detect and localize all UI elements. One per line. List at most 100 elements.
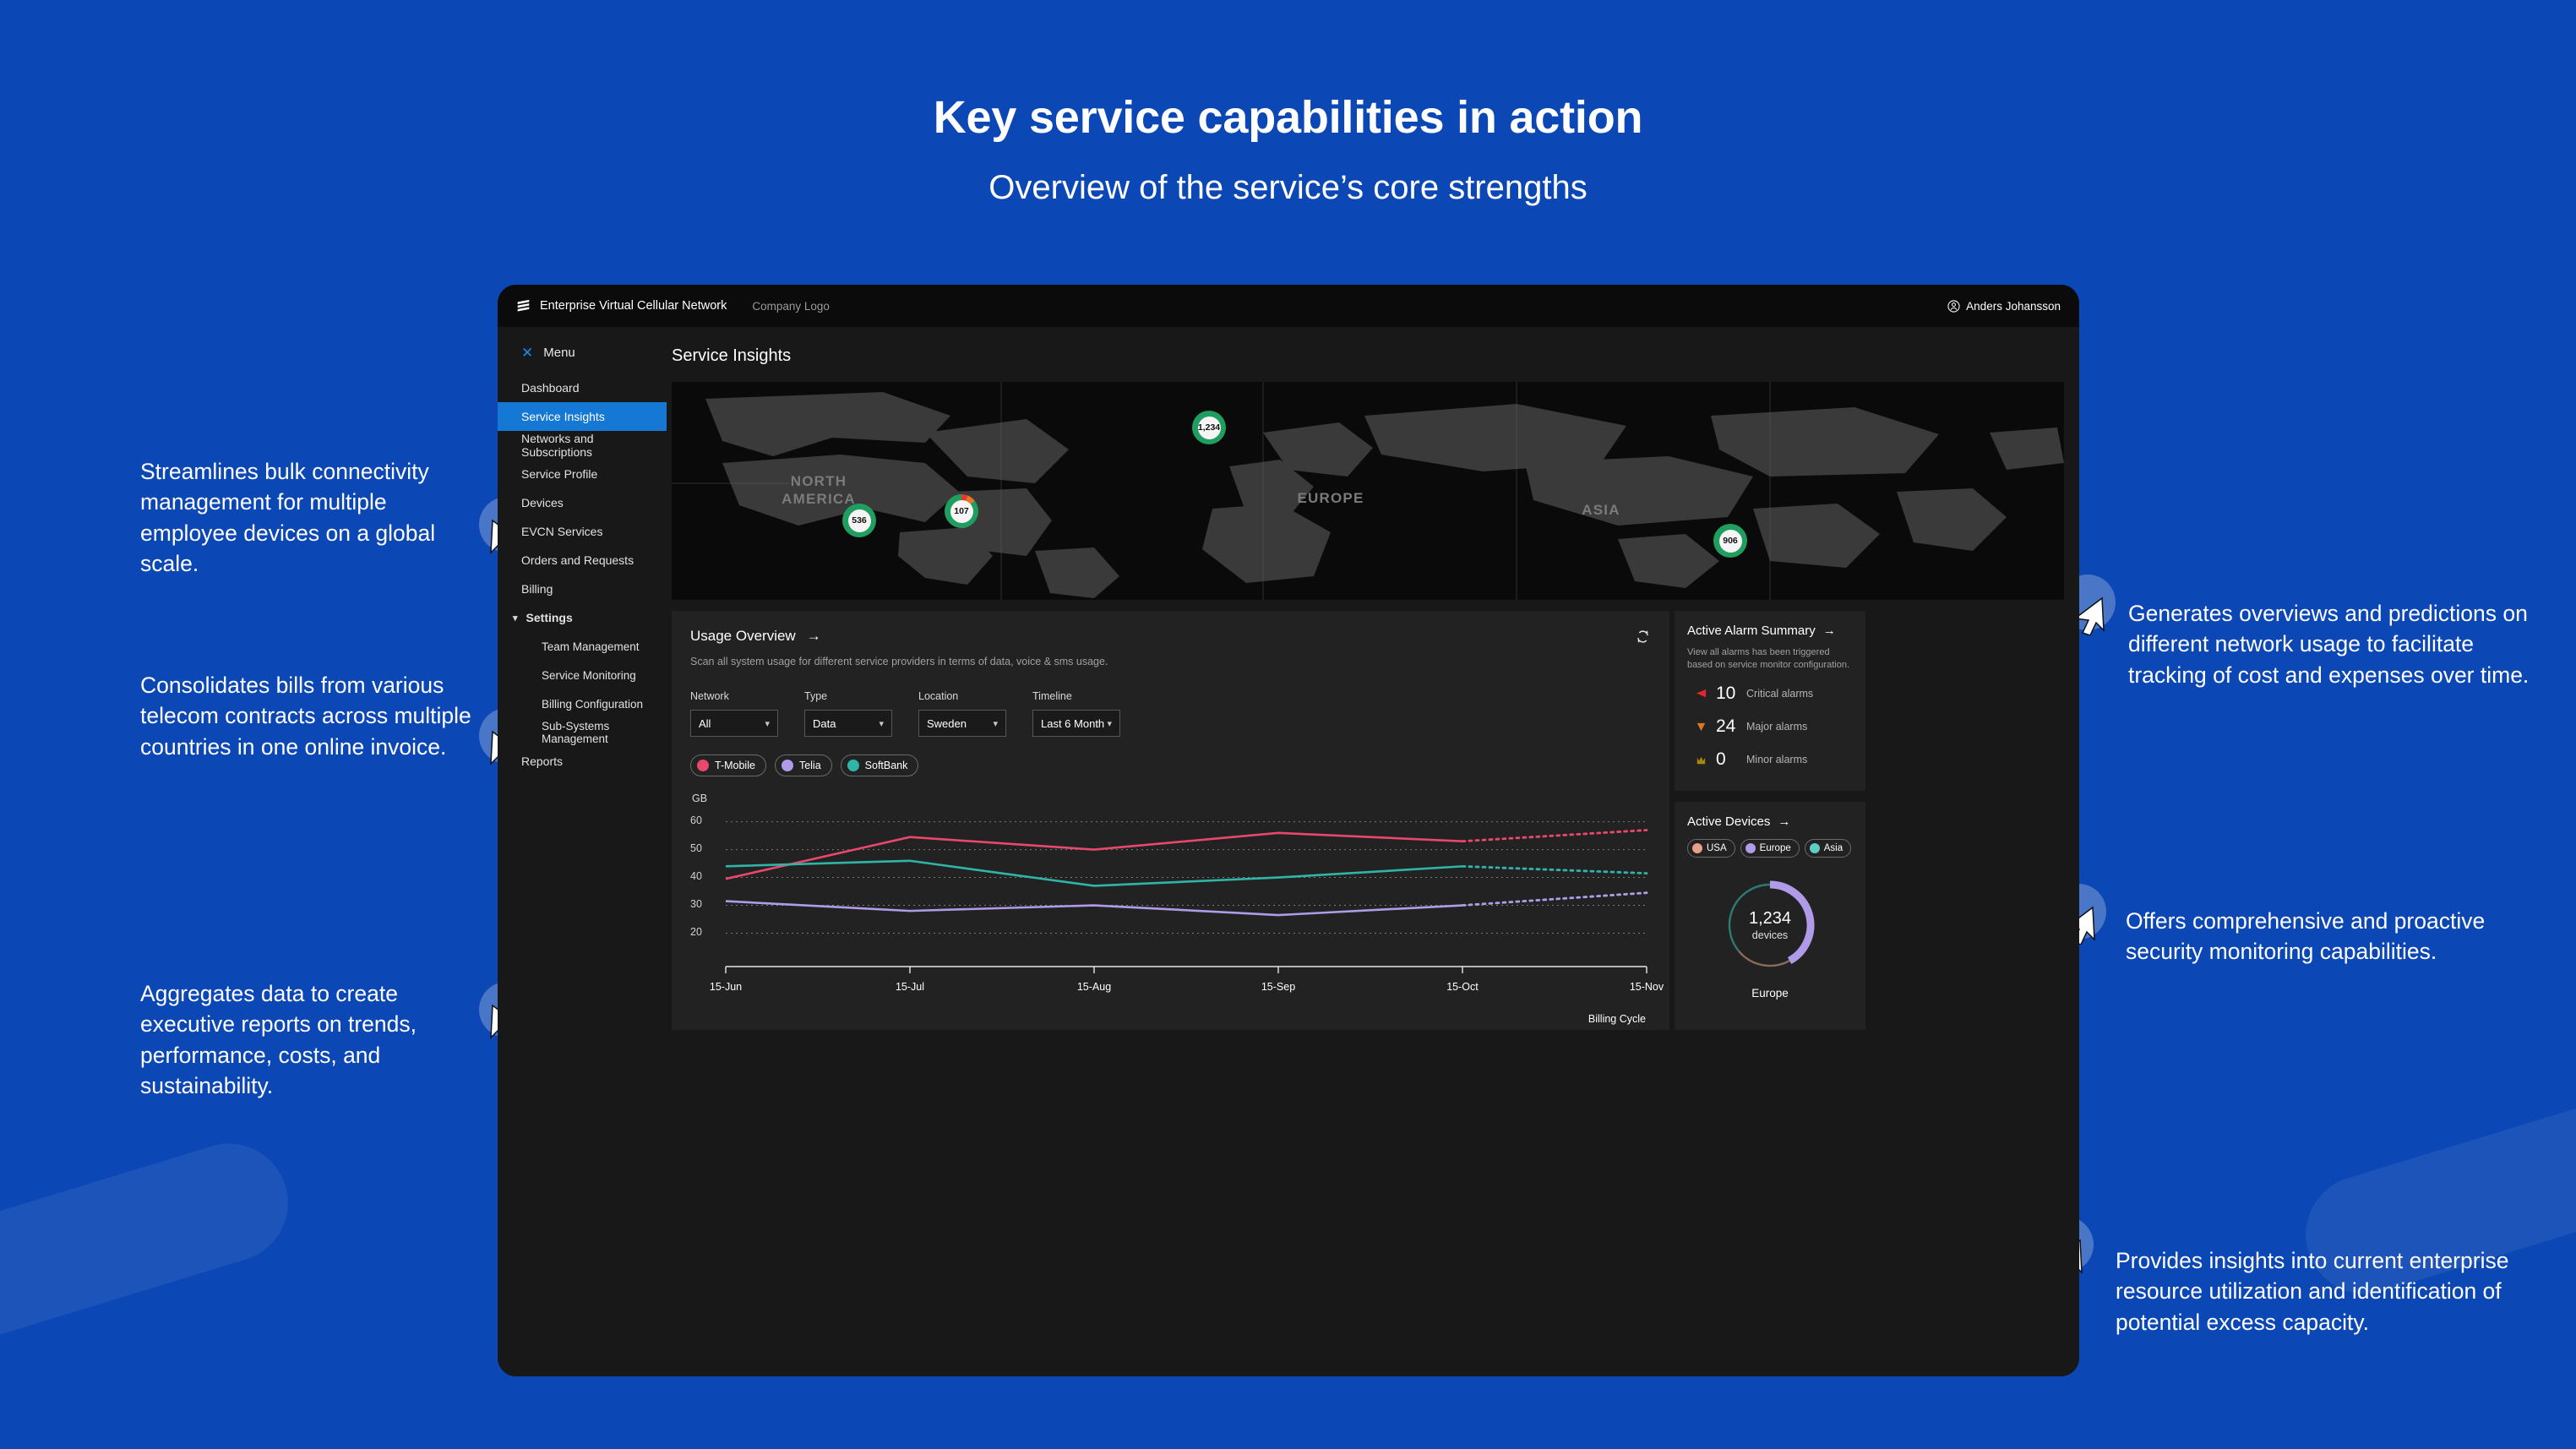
sidebar-item-label: Networks and Subscriptions — [521, 432, 594, 459]
pin-value: 536 — [847, 509, 871, 532]
legend-chip-softbank[interactable]: SoftBank — [840, 754, 919, 776]
sidebar-item-devices[interactable]: Devices — [498, 488, 667, 517]
sidebar-item-label: Reports — [521, 754, 564, 768]
sidebar-item-service-profile[interactable]: Service Profile — [498, 460, 667, 488]
sidebar-item-dashboard[interactable]: Dashboard — [498, 373, 667, 402]
usage-panel-header: Usage Overview → — [690, 628, 1651, 645]
user-name: Anders Johansson — [1966, 299, 2061, 313]
major-flag-icon — [1696, 722, 1706, 731]
arrow-right-icon[interactable]: → — [1778, 814, 1790, 829]
chart-y-tick: 60 — [690, 814, 702, 826]
page-title: Service Insights — [672, 346, 792, 365]
sidebar-item-team-management[interactable]: Team Management — [498, 632, 667, 661]
network-select[interactable]: All ▾ — [690, 710, 778, 737]
pin-value: 107 — [950, 499, 973, 523]
legend-chip-t-mobile[interactable]: T-Mobile — [690, 754, 766, 776]
devices-panel-title: Active Devices — [1687, 814, 1771, 829]
type-select[interactable]: Data ▾ — [804, 710, 892, 737]
sidebar-item-label: Team Management — [542, 640, 640, 653]
sidebar-item-networks-subscriptions[interactable]: Networks and Subscriptions — [498, 431, 667, 460]
filter-label: Location — [918, 690, 959, 702]
pin-ring: 1,234 — [1192, 411, 1226, 444]
alarm-row-critical[interactable]: 10 Critical alarms — [1687, 684, 1853, 704]
active-devices-donut[interactable]: 1,234 devices — [1718, 874, 1822, 977]
alarm-label: Major alarms — [1746, 721, 1808, 733]
arrow-right-icon[interactable]: → — [1823, 624, 1836, 638]
region-chip-asia[interactable]: Asia — [1804, 839, 1852, 858]
sidebar-item-service-insights[interactable]: Service Insights — [498, 402, 667, 431]
filter-value: Data — [813, 716, 836, 730]
filter-label: Timeline — [1032, 690, 1072, 702]
alarm-count: 24 — [1716, 716, 1736, 737]
sidebar-item-evcn-services[interactable]: EVCN Services — [498, 517, 667, 546]
alarm-count: 0 — [1716, 749, 1726, 770]
chart-x-tick: 15-Jul — [895, 981, 925, 993]
chart-svg — [725, 821, 1648, 973]
chevron-down-icon: ▾ — [993, 718, 998, 729]
usage-filters: Network All ▾ Type Data ▾ Location Swede… — [690, 690, 1651, 737]
usage-line-chart[interactable]: 20 30 40 50 60 15-Jun 15-Jul 15-Aug 15-Sep 15-Oc… — [690, 808, 1664, 1025]
sidebar-item-orders-requests[interactable]: Orders and Requests — [498, 546, 667, 575]
map-pin-europe[interactable]: 1,234 — [1192, 411, 1226, 444]
sidebar-item-sub-systems-management[interactable]: Sub-Systems Management — [498, 718, 667, 747]
pin-ring: 906 — [1713, 524, 1747, 558]
pin-ring: 107 — [945, 494, 978, 528]
sidebar-item-billing[interactable]: Billing — [498, 575, 667, 603]
sidebar-item-label: Service Monitoring — [542, 668, 636, 682]
donut-caption: Europe — [1751, 987, 1789, 1000]
map-pin-asia[interactable]: 906 — [1713, 524, 1747, 558]
legend-label: Telia — [798, 760, 821, 771]
filter-timeline: Timeline Last 6 Month ▾ — [1032, 690, 1120, 737]
sidebar-item-label: Devices — [521, 496, 564, 509]
legend-label: SoftBank — [864, 760, 908, 771]
legend-chip-telia[interactable]: Telia — [774, 754, 832, 776]
chevron-down-icon: ▾ — [879, 718, 884, 729]
map-pin-usa-west[interactable]: 536 — [842, 504, 876, 537]
close-icon: ✕ — [521, 345, 534, 361]
annotation-usage-predictions: Generates overviews and predictions on d… — [2128, 601, 2530, 688]
alarm-label: Minor alarms — [1746, 754, 1808, 766]
alarm-row-minor[interactable]: 0 Minor alarms — [1687, 749, 1853, 770]
annotation-consolidated-billing: Consolidates bills from various telecom … — [140, 673, 471, 760]
alarm-panel-header: Active Alarm Summary → — [1687, 624, 1853, 638]
donut-center-label: 1,234 devices — [1718, 874, 1822, 977]
timeline-select[interactable]: Last 6 Month ▾ — [1032, 710, 1120, 737]
region-swatch — [1809, 843, 1820, 853]
donut-unit: devices — [1751, 929, 1789, 941]
chevron-down-icon: ▾ — [765, 718, 770, 729]
map-pin-usa-east[interactable]: 107 — [945, 494, 978, 528]
region-label: Asia — [1823, 843, 1844, 853]
dashboard-window: Enterprise Virtual Cellular Network Comp… — [498, 285, 2079, 1376]
sidebar-item-service-monitoring[interactable]: Service Monitoring — [498, 661, 667, 689]
topbar-user[interactable]: Anders Johansson — [1947, 300, 2061, 313]
filter-network: Network All ▾ — [690, 690, 778, 737]
menu-label: Menu — [543, 346, 575, 360]
ericsson-logo-icon — [517, 299, 530, 311]
sidebar-item-label: EVCN Services — [521, 525, 603, 538]
menu-toggle[interactable]: ✕ Menu — [498, 327, 667, 373]
location-select[interactable]: Sweden ▾ — [918, 710, 1006, 737]
sidebar-item-reports[interactable]: Reports — [498, 747, 667, 776]
slide-canvas: Key service capabilities in action Overv… — [0, 0, 2576, 1449]
decorative-bar-left — [0, 1129, 303, 1381]
filter-location: Location Sweden ▾ — [918, 690, 1006, 737]
region-chip-europe[interactable]: Europe — [1740, 839, 1800, 858]
critical-flag-icon — [1696, 689, 1707, 697]
chart-x-tick: 15-Nov — [1629, 981, 1664, 993]
chart-forecast-telia — [1461, 891, 1648, 907]
filter-value: All — [699, 716, 711, 730]
legend-label: T-Mobile — [715, 760, 755, 771]
sidebar-item-settings[interactable]: ▾ Settings — [498, 603, 667, 632]
chart-x-tick: 15-Oct — [1446, 981, 1479, 993]
sidebar-item-label: Orders and Requests — [521, 553, 634, 567]
arrow-right-icon[interactable]: → — [807, 628, 821, 645]
sidebar: ✕ Menu Dashboard Service Insights Networ… — [498, 327, 667, 1376]
world-map[interactable]: NORTH AMERICA EUROPE ASIA 536 107 1,234 … — [672, 382, 2064, 600]
refresh-icon[interactable] — [1635, 629, 1651, 645]
region-swatch — [1745, 843, 1756, 853]
alarm-row-major[interactable]: 24 Major alarms — [1687, 716, 1853, 737]
sidebar-item-billing-configuration[interactable]: Billing Configuration — [498, 689, 667, 718]
chevron-down-icon: ▾ — [1107, 718, 1112, 729]
region-chip-usa[interactable]: USA — [1687, 839, 1735, 858]
user-avatar-icon — [1947, 299, 1960, 313]
